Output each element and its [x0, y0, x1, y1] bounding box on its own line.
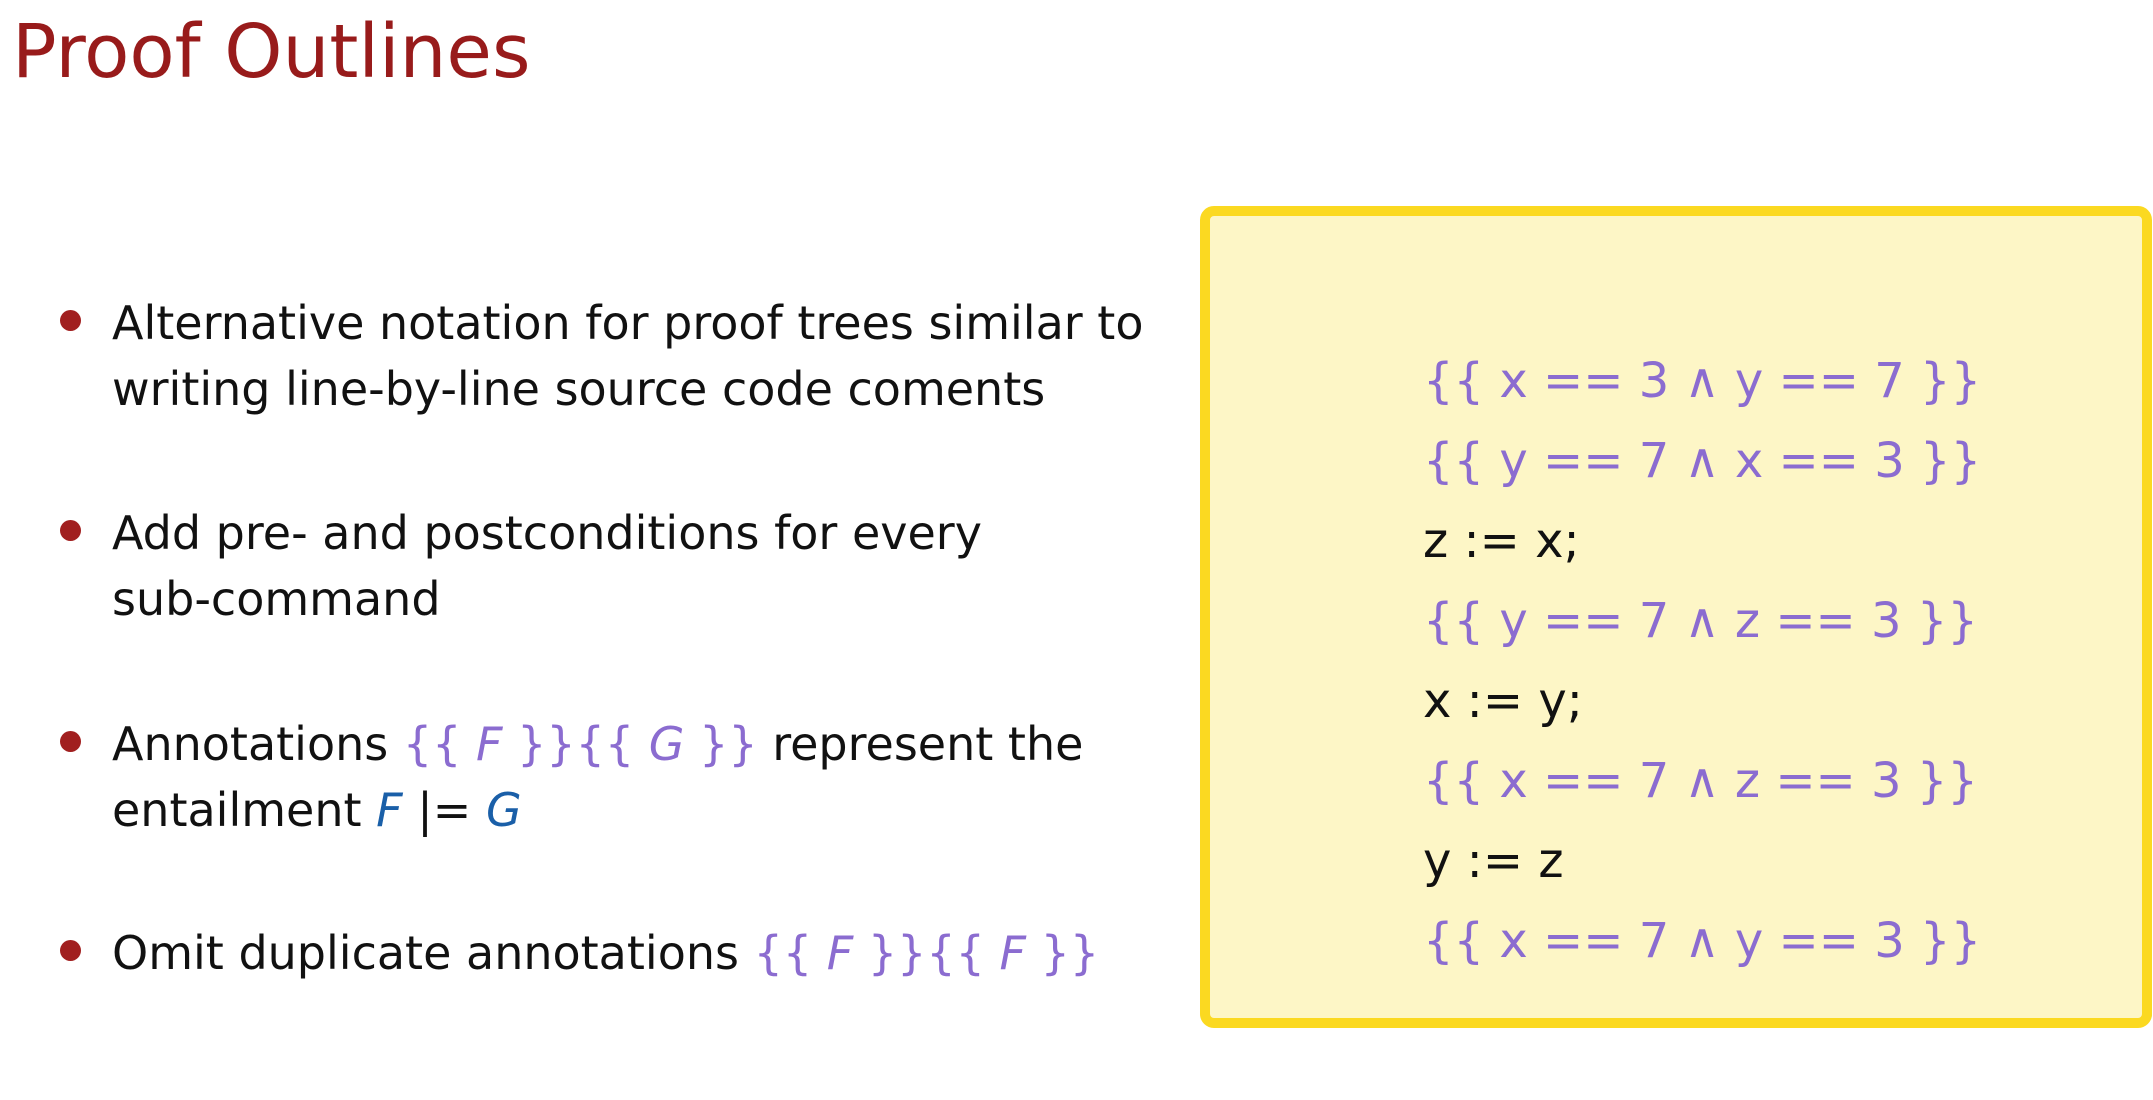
annotation-brace: }} — [1025, 926, 1100, 980]
bullet-text: Omit duplicate annotations {{ F }}{{ F }… — [112, 920, 1162, 986]
bullet-text-segment: Annotations — [112, 717, 403, 771]
models-symbol: |= — [402, 783, 486, 837]
proof-outline-lines: {{ x == 3 ∧ y == 7 }} {{ y == 7 ∧ x == 3… — [1423, 341, 1981, 981]
command-line: y := z — [1423, 833, 1564, 889]
bullet-text-segment: Omit duplicate annotations — [112, 926, 754, 980]
command-line: x := y; — [1423, 673, 1583, 729]
annotation-brace: {{ — [753, 926, 827, 980]
entailment-left: F — [376, 783, 403, 837]
bullet-dot-icon — [60, 310, 81, 331]
bullet-text: Add pre- and postconditions for every su… — [112, 500, 1162, 632]
annotation-brace: {{ — [402, 717, 477, 771]
bullet-dot-icon — [60, 940, 81, 961]
bullet-line: entailment F |= G — [112, 777, 1162, 843]
bullet-line: Annotations {{ F }}{{ G }} represent the — [112, 711, 1162, 777]
assertion-line: {{ x == 3 ∧ y == 7 }} — [1423, 353, 1982, 409]
assertion-line: {{ x == 7 ∧ y == 3 }} — [1423, 913, 1982, 969]
bullet-text-segment: represent the — [757, 717, 1084, 771]
bullet-line: Alternative notation for proof trees sim… — [112, 296, 1144, 350]
annotation-f: {{ F }} — [926, 926, 1099, 980]
bullet-text: Annotations {{ F }}{{ G }} represent the… — [112, 711, 1162, 843]
annotation-brace: {{ — [575, 717, 649, 771]
command-line: z := x; — [1423, 513, 1580, 569]
annotation-brace: }} — [502, 717, 576, 771]
bullet-list: Alternative notation for proof trees sim… — [0, 0, 1160, 1100]
bullet-line: Add pre- and postconditions for every — [112, 506, 982, 560]
annotation-variable: F — [826, 926, 854, 980]
annotation-variable: F — [476, 717, 503, 771]
annotation-variable: G — [648, 717, 685, 771]
bullet-line: Omit duplicate annotations {{ F }}{{ F }… — [112, 920, 1162, 986]
bullet-text-segment: entailment — [112, 783, 377, 837]
bullet-dot-icon — [60, 520, 81, 541]
assertion-line: {{ y == 7 ∧ z == 3 }} — [1423, 593, 1978, 649]
bullet-dot-icon — [60, 731, 81, 752]
annotation-g: {{ G }} — [576, 717, 758, 771]
annotation-brace: {{ — [926, 926, 1000, 980]
annotation-variable: F — [999, 926, 1026, 980]
assertion-line: {{ x == 7 ∧ z == 3 }} — [1423, 753, 1978, 809]
annotation-f: {{ F }} — [754, 926, 927, 980]
bullet-text: Alternative notation for proof trees sim… — [112, 290, 1162, 422]
entailment-right: G — [485, 783, 522, 837]
proof-outline-box: {{ x == 3 ∧ y == 7 }} {{ y == 7 ∧ x == 3… — [1200, 206, 2152, 1028]
annotation-brace: }} — [684, 717, 758, 771]
annotation-brace: }} — [853, 926, 927, 980]
annotation-f: {{ F }} — [403, 717, 576, 771]
assertion-line: {{ y == 7 ∧ x == 3 }} — [1423, 433, 1982, 489]
bullet-line: sub-command — [112, 572, 441, 626]
bullet-line: writing line-by-line source code coments — [112, 362, 1046, 416]
